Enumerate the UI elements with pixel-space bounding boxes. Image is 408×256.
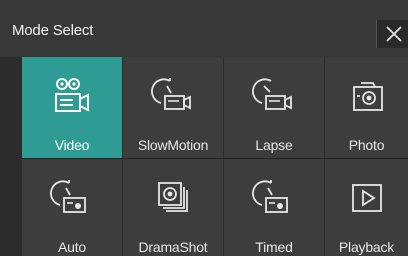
grid-divider: [22, 158, 408, 159]
mode-select-dialog: Mode Select Video SlowMotion Lapse Photo…: [0, 0, 408, 256]
mode-tile-auto[interactable]: Auto: [22, 159, 122, 256]
photo-camera-icon: [353, 82, 383, 111]
close-button[interactable]: [376, 20, 408, 48]
mode-tile-photo[interactable]: Photo: [325, 57, 408, 158]
dialog-title: Mode Select: [12, 22, 94, 39]
mode-tile-lapse[interactable]: Lapse: [224, 57, 324, 158]
lapse-icon: [252, 78, 292, 110]
close-icon: [386, 26, 402, 42]
video-camera-icon: [55, 78, 89, 112]
playback-icon: [352, 184, 382, 212]
mode-label: Lapse: [255, 137, 293, 153]
mode-tile-timed[interactable]: Timed: [224, 159, 324, 256]
mode-grid: Video SlowMotion Lapse Photo Auto DramaS…: [22, 57, 408, 256]
auto-timer-icon: [50, 180, 86, 213]
mode-label: Photo: [348, 137, 385, 153]
header-bar: Mode Select: [0, 0, 408, 57]
timed-icon: [252, 180, 288, 213]
mode-label: Playback: [338, 239, 395, 255]
mode-tile-slowmotion[interactable]: SlowMotion: [123, 57, 223, 158]
mode-label: Timed: [255, 239, 293, 255]
mode-label: Auto: [58, 239, 86, 255]
mode-label: SlowMotion: [137, 137, 209, 153]
mode-label: Video: [54, 137, 90, 153]
mode-label: DramaShot: [138, 239, 208, 255]
slow-motion-icon: [151, 78, 191, 110]
mode-tile-video[interactable]: Video: [22, 57, 122, 158]
drama-shot-icon: [158, 182, 188, 212]
mode-tile-playback[interactable]: Playback: [325, 159, 408, 256]
mode-tile-dramashot[interactable]: DramaShot: [123, 159, 223, 256]
